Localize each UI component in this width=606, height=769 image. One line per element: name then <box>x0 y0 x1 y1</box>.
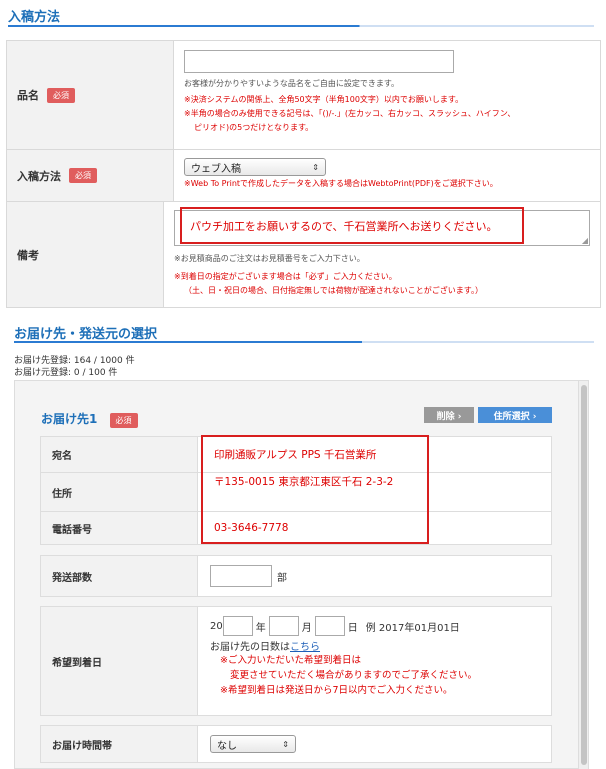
recipient-label: 宛名 <box>41 437 198 472</box>
copies-label: 発送部数 <box>41 556 198 596</box>
remarks-warning-1: ※到着日の指定がございます場合は「必ず」ご入力ください。 <box>174 272 397 281</box>
copies-cell: 部 <box>198 556 551 596</box>
days-line: お届け先の日数はこちら <box>210 638 320 653</box>
required-badge: 必須 <box>69 168 97 183</box>
time-label: お届け時間帯 <box>41 726 198 762</box>
product-name-cell: お客様が分かりやすいような品名をご自由に設定できます。 ※決済システムの関係上、… <box>174 41 600 149</box>
copies-table: 発送部数 部 <box>40 555 552 597</box>
delivery-section-title: お届け先・発送元の選択 <box>14 327 158 342</box>
date-example: 例 2017年01月01日 <box>365 622 460 634</box>
time-selected-value: なし <box>217 740 237 752</box>
product-name-warning-1: ※決済システムの関係上、全角50文字（半角100文字）以内でお願いします。 <box>184 95 464 104</box>
year-prefix: 20 <box>210 620 223 632</box>
arrival-label: 希望到着日 <box>41 607 198 715</box>
arrival-table: 希望到着日 20 年 月 日 例 2017年01月01日 お届け先の日数はこちら… <box>40 606 552 716</box>
copies-input[interactable] <box>210 565 272 587</box>
panel-scrollbar[interactable] <box>578 381 588 769</box>
delivery-section-rule <box>14 341 594 343</box>
required-badge: 必須 <box>47 87 75 103</box>
time-cell: なし ⇕ <box>198 726 551 762</box>
time-row: お届け時間帯 なし ⇕ <box>41 726 551 762</box>
remarks-label-cell: 備考 <box>7 202 164 307</box>
scrollbar-thumb[interactable] <box>581 385 587 765</box>
method-label-cell: 入稿方法 必須 <box>7 150 174 201</box>
submission-form-table: 品名 必須 お客様が分かりやすいような品名をご自由に設定できます。 ※決済システ… <box>6 40 601 308</box>
recipient-value: 印刷通販アルプス PPS 千石営業所 <box>214 449 377 461</box>
product-name-warning-3: ピリオド)の5つだけとなります。 <box>194 123 314 132</box>
month-suffix: 月 <box>301 622 312 634</box>
method-label: 入稿方法 <box>17 169 61 183</box>
method-row: 入稿方法 必須 ウェブ入稿 ⇕ ※Web To Printで作成したデータを入稿… <box>7 149 600 201</box>
remarks-note: ※お見積商品のご注文はお見積番号をご入力下さい。 <box>174 254 365 263</box>
resize-grip-icon[interactable]: ◢ <box>582 236 588 245</box>
address-value: 〒135-0015 東京都江東区千石 2-3-2 <box>214 476 394 488</box>
origin-count: お届け元登録: 0 / 100 件 <box>14 368 118 378</box>
product-name-label-cell: 品名 必須 <box>7 41 174 149</box>
time-select[interactable]: なし ⇕ <box>210 735 296 753</box>
method-select[interactable]: ウェブ入稿 ⇕ <box>184 158 326 176</box>
arrival-warning-2: 変更させていただく場合がありますのでご了承ください。 <box>230 670 478 681</box>
method-warning: ※Web To Printで作成したデータを入稿する場合はWebtoPrint(… <box>184 179 498 188</box>
days-link[interactable]: こちら <box>290 642 320 653</box>
time-table: お届け時間帯 なし ⇕ <box>40 725 552 763</box>
arrival-row: 希望到着日 20 年 月 日 例 2017年01月01日 お届け先の日数はこちら… <box>41 607 551 715</box>
product-name-input[interactable] <box>184 50 454 73</box>
delete-button[interactable]: 削除 › <box>424 407 474 423</box>
copies-row: 発送部数 部 <box>41 556 551 596</box>
method-selected-value: ウェブ入稿 <box>191 163 241 175</box>
select-arrow-icon: ⇕ <box>282 739 289 749</box>
method-cell: ウェブ入稿 ⇕ ※Web To Printで作成したデータを入稿する場合はWeb… <box>174 150 600 201</box>
month-input[interactable] <box>268 616 299 636</box>
address-select-button[interactable]: 住所選択 › <box>478 407 552 423</box>
remarks-highlight-box: パウチ加工をお願いするので、千石営業所へお送りください。 <box>180 207 524 244</box>
destination-title: お届け先1 必須 <box>41 410 138 428</box>
year-input[interactable] <box>222 616 253 636</box>
product-name-note: お客様が分かりやすいような品名をご自由に設定できます。 <box>184 79 400 88</box>
day-suffix: 日 <box>347 622 358 634</box>
arrival-cell: 20 年 月 日 例 2017年01月01日 お届け先の日数はこちら ※ご入力い… <box>198 607 551 715</box>
destination-title-text: お届け先1 <box>41 412 98 426</box>
product-name-row: 品名 必須 お客様が分かりやすいような品名をご自由に設定できます。 ※決済システ… <box>7 41 600 149</box>
remarks-label: 備考 <box>17 248 39 262</box>
phone-value: 03-3646-7778 <box>214 522 289 534</box>
remarks-value: パウチ加工をお願いするので、千石営業所へお送りください。 <box>190 219 498 233</box>
arrival-date-line: 20 年 月 日 例 2017年01月01日 <box>210 616 460 636</box>
day-input[interactable] <box>314 616 345 636</box>
product-name-label: 品名 <box>17 89 39 102</box>
phone-label: 電話番号 <box>41 512 198 544</box>
year-suffix: 年 <box>255 622 266 634</box>
select-arrow-icon: ⇕ <box>312 162 319 172</box>
copies-unit: 部 <box>277 572 287 584</box>
arrival-warning-1: ※ご入力いただいた希望到着日は <box>220 655 361 666</box>
submission-section-title: 入稿方法 <box>8 10 61 25</box>
arrival-warning-3: ※希望到着日は発送日から7日以内でご入力ください。 <box>220 685 453 696</box>
address-label: 住所 <box>41 473 198 511</box>
product-name-warning-2: ※半角の場合のみ使用できる記号は、「()/-.」(左カッコ、右カッコ、スラッシュ… <box>184 109 516 118</box>
days-text: お届け先の日数は <box>210 642 290 653</box>
remarks-warning-2: （土、日・祝日の場合、日付指定無しでは荷物が配達されないことがございます。） <box>184 286 483 295</box>
submission-section-rule <box>8 25 594 27</box>
required-badge: 必須 <box>109 413 138 428</box>
